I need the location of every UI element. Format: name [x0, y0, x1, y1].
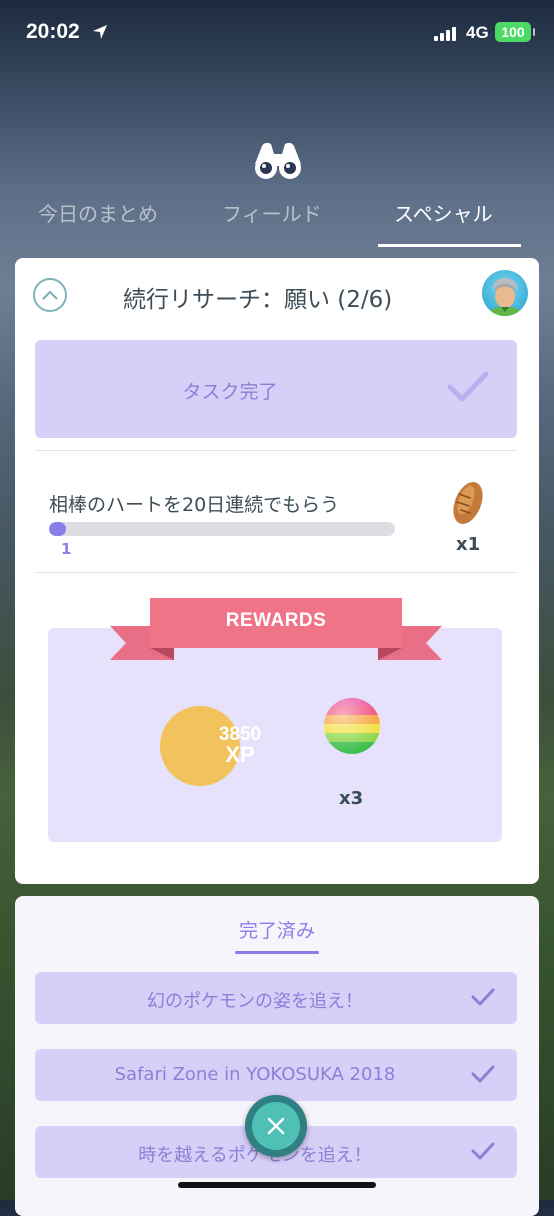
- tab-completed[interactable]: 完了済み: [15, 916, 539, 943]
- close-button[interactable]: [245, 1095, 307, 1157]
- rainbow-berry-icon: [324, 698, 380, 754]
- professor-avatar: [482, 270, 528, 316]
- task-description: 相棒のハートを20日連続でもらう: [49, 494, 340, 516]
- check-icon: [471, 1142, 495, 1160]
- status-bar: 20:02 4G 100: [0, 0, 554, 70]
- status-time: 20:02: [26, 20, 80, 43]
- tab-special[interactable]: スペシャル: [394, 198, 493, 227]
- tab-field[interactable]: フィールド: [222, 198, 322, 227]
- research-title: 続行リサーチ：願い (2/6): [123, 287, 393, 313]
- completed-item[interactable]: Safari Zone in YOKOSUKA 2018: [35, 1049, 517, 1101]
- collapse-button[interactable]: [33, 278, 67, 312]
- completed-item-label: Safari Zone in YOKOSUKA 2018: [114, 1064, 396, 1085]
- network-type: 4G: [466, 23, 489, 42]
- rewards-label: REWARDS: [225, 610, 327, 631]
- task-progress-value: 1: [61, 540, 72, 558]
- home-indicator: [178, 1182, 376, 1188]
- tab-active-indicator: [378, 244, 521, 247]
- tab-today[interactable]: 今日のまとめ: [38, 198, 158, 227]
- xp-reward: 3850 XP: [160, 706, 261, 786]
- completed-item[interactable]: 幻のポケモンの姿を追え！: [35, 972, 517, 1024]
- completed-tab-indicator: [235, 951, 319, 954]
- close-icon: [267, 1117, 285, 1135]
- check-icon: [471, 988, 495, 1006]
- check-icon: [447, 371, 489, 402]
- completed-item-label: 幻のポケモンの姿を追え！: [147, 991, 363, 1012]
- battery-icon: 100: [495, 22, 535, 42]
- divider: [35, 572, 517, 573]
- completed-card: 完了済み 幻のポケモンの姿を追え！ Safari Zone in YOKOSUK…: [15, 896, 539, 1216]
- binoculars-icon: [255, 142, 301, 179]
- xp-unit: XP: [225, 742, 255, 767]
- location-arrow-icon: [93, 25, 107, 39]
- task-reward-count: x1: [456, 534, 481, 555]
- battery-level: 100: [501, 24, 525, 40]
- chevron-up-icon: [42, 290, 58, 300]
- bread-icon: [453, 482, 483, 524]
- task-complete-label: タスク完了: [182, 381, 278, 403]
- research-card: 続行リサーチ：願い (2/6) タスク完了 相棒のハートを20日連続でもらう 1…: [15, 258, 539, 884]
- item-reward-count: x3: [339, 788, 364, 809]
- research-tabs: 今日のまとめ フィールド スペシャル: [0, 198, 554, 250]
- check-icon: [471, 1065, 495, 1083]
- task-progress-bar: [49, 522, 395, 536]
- task-complete-bar: タスク完了: [35, 340, 517, 438]
- task-progress-fill: [49, 522, 67, 536]
- divider: [35, 450, 517, 451]
- signal-icon: [434, 26, 456, 41]
